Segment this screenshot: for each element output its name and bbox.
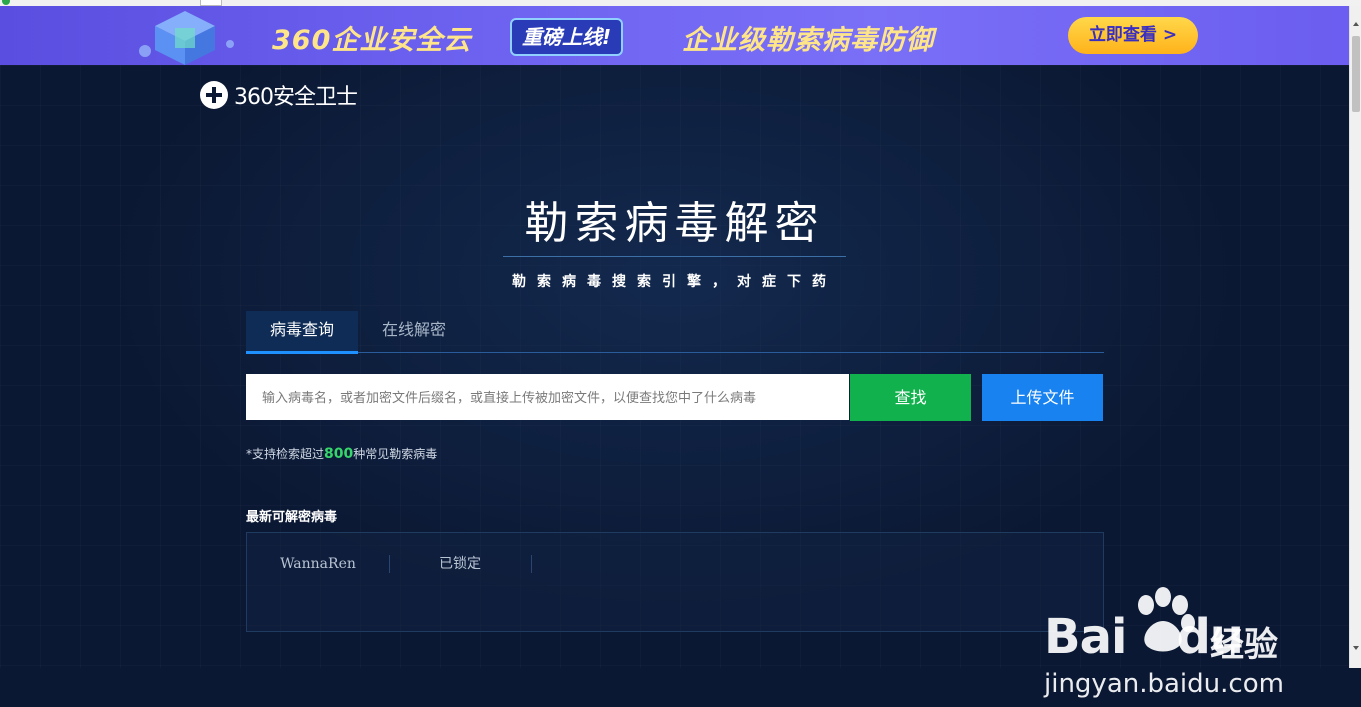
list-item[interactable]: WannaRen [247,555,390,573]
watermark-url: jingyan.baidu.com [1044,669,1284,699]
page-subtitle: 勒索病毒搜索引擎，对症下药 [512,274,837,290]
support-suffix: 种常见勒索病毒 [353,447,438,461]
support-prefix: *支持检索超过 [246,447,325,461]
tab-bar: 病毒查询 在线解密 [246,311,1104,354]
watermark-brand-part1: Bai [1044,609,1127,665]
banner-badge: 重磅上线! [510,18,624,56]
scroll-down-arrow-icon[interactable] [1353,646,1359,650]
latest-decryptable-list: WannaRen 已锁定 [246,532,1104,632]
scroll-up-arrow-icon[interactable] [1353,22,1359,26]
360-plus-logo-icon [200,81,228,109]
cloud-security-illustration-icon [139,11,234,65]
banner-view-now-button[interactable]: 立即查看 > [1068,17,1198,54]
main-content: 360安全卫士 勒索病毒解密 勒索病毒搜索引擎，对症下药 病毒查询 在线解密 查… [0,65,1349,699]
page-scrollbar[interactable] [1349,6,1361,668]
find-button[interactable]: 查找 [850,374,971,421]
banner-title: 360企业安全云 [272,25,472,56]
virus-search-input[interactable] [246,374,849,420]
support-note: *支持检索超过800种常见勒索病毒 [246,445,437,462]
browser-status-icon [2,0,10,5]
watermark-jingyan: 经验 [1210,625,1278,665]
scrollbar-thumb[interactable] [1352,36,1360,112]
page-title: 勒索病毒解密 [524,198,825,249]
list-item[interactable]: 已锁定 [389,555,532,573]
baidu-paw-icon [1138,587,1195,652]
baidu-jingyan-watermark: Bai du 经验 jingyan.baidu.com [1040,587,1300,707]
site-logo[interactable]: 360安全卫士 [200,80,358,110]
title-divider [503,256,846,257]
logo-text: 360安全卫士 [234,85,358,110]
tab-virus-query[interactable]: 病毒查询 [246,311,358,354]
latest-decryptable-title: 最新可解密病毒 [246,510,338,525]
banner-subtitle: 企业级勒索病毒防御 [682,25,934,56]
upload-file-button[interactable]: 上传文件 [982,374,1103,421]
promo-banner[interactable]: 360企业安全云 重磅上线! 企业级勒索病毒防御 立即查看 > [0,6,1349,65]
support-count: 800 [324,446,354,462]
tab-online-decrypt[interactable]: 在线解密 [372,311,456,351]
